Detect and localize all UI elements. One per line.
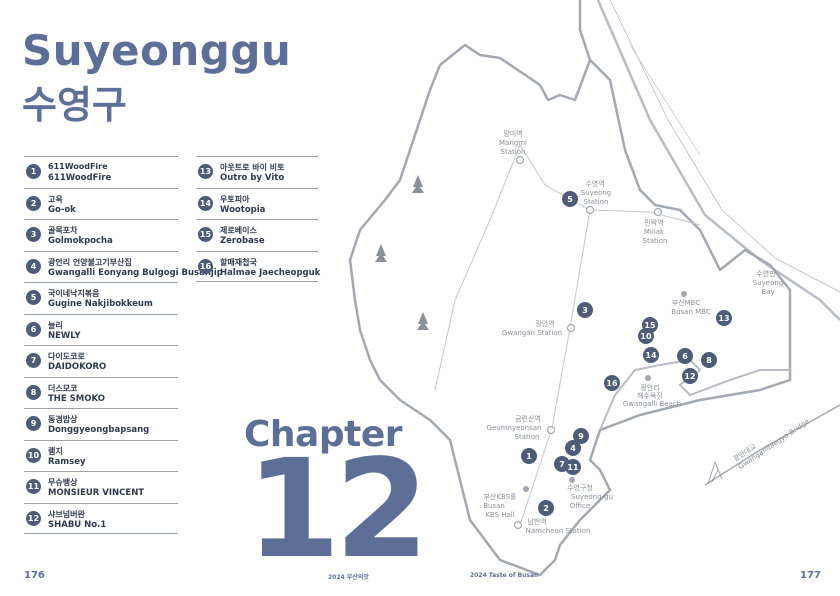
label-beach-en: Gwangalli Beach: [623, 400, 681, 408]
svg-text:11: 11: [567, 463, 579, 472]
page-number-right: 177: [800, 570, 821, 581]
label-kbs-en2: KBS Hall: [485, 511, 514, 519]
svg-text:3: 3: [582, 306, 588, 315]
label-beach-ko1: 광안리: [640, 383, 659, 392]
label-mangmi-en2: Station: [501, 148, 526, 156]
label-geum-en2: Station: [515, 433, 540, 441]
marker-8[interactable]: 8: [701, 352, 717, 368]
footer-left: 2024 부산의맛: [328, 574, 369, 581]
svg-text:9: 9: [578, 432, 584, 441]
marker-14[interactable]: 14: [643, 347, 659, 363]
restaurant-markers: 1 2 3 4 5 6 7 8 9 10 11 12 13 14 15 16: [521, 191, 732, 516]
bridge-labels: 광안대교 Gwangandaegyo Bridge: [731, 417, 811, 471]
label-beach-ko2: 해수욕장: [637, 391, 663, 400]
label-kbs-ko: 부산KBS홀: [483, 492, 517, 501]
label-millak-ko: 민락역: [644, 218, 663, 227]
label-mbc-ko: 부산MBC: [672, 298, 701, 307]
label-millak-en1: Millak: [644, 228, 665, 236]
svg-text:14: 14: [645, 351, 657, 360]
svg-text:10: 10: [640, 332, 652, 341]
label-bay-en1: Suyeong: [753, 279, 784, 287]
label-bay-ko: 수영만: [756, 269, 776, 278]
svg-text:8: 8: [706, 356, 712, 365]
svg-text:1: 1: [526, 452, 532, 461]
marker-16[interactable]: 16: [604, 375, 620, 391]
label-namcheon-en: Namcheon Station: [526, 527, 591, 535]
svg-text:5: 5: [567, 195, 573, 204]
marker-2[interactable]: 2: [538, 500, 554, 516]
label-office-ko: 수영구청: [567, 483, 593, 492]
svg-text:15: 15: [644, 321, 656, 330]
svg-text:16: 16: [606, 379, 618, 388]
subway-line-2: [519, 209, 591, 526]
marker-15[interactable]: 15: [642, 317, 658, 333]
station-dots: [513, 155, 663, 530]
svg-text:2: 2: [543, 504, 549, 513]
label-geum-en1: Geumnyeonsan: [487, 424, 542, 432]
svg-text:4: 4: [570, 444, 576, 453]
coastline: [596, 0, 840, 321]
map-labels: 망미역 Mangmi Station 수영역 Suyeong Station 민…: [483, 129, 783, 535]
page-number-left: 176: [24, 570, 45, 581]
label-bay-en2: Bay: [761, 288, 774, 296]
subway-line: [434, 143, 701, 391]
label-suyeong-ko: 수영역: [585, 179, 604, 188]
label-millak-en2: Station: [643, 237, 668, 245]
label-geum-ko: 금련산역: [515, 414, 541, 423]
svg-text:6: 6: [682, 352, 688, 361]
svg-text:13: 13: [718, 314, 729, 323]
label-gwangan-ko: 광안역: [535, 319, 554, 328]
chapter-number: 12: [246, 431, 429, 589]
label-suyeong-en2: Station: [584, 198, 609, 206]
bridge-icon: [707, 460, 723, 485]
label-mbc-en: Busan MBC: [671, 308, 711, 316]
marker-11[interactable]: 11: [565, 459, 581, 475]
marker-6[interactable]: 6: [677, 348, 693, 364]
label-mangmi-ko: 망미역: [503, 129, 522, 138]
marker-3[interactable]: 3: [577, 302, 593, 318]
label-gwangan-en: Gwangan Station: [502, 329, 562, 337]
label-namcheon-ko: 남천역: [527, 517, 546, 526]
svg-text:12: 12: [684, 372, 695, 381]
label-suyeong-en1: Suyeong: [581, 189, 612, 197]
label-office-en1: Suyeong-gu: [571, 493, 613, 501]
marker-1[interactable]: 1: [521, 448, 537, 464]
label-kbs-en1: Busan: [483, 502, 505, 510]
marker-12[interactable]: 12: [682, 368, 698, 384]
label-bridge-en: Gwangandaegyo Bridge: [737, 417, 811, 471]
marker-13[interactable]: 13: [716, 310, 732, 326]
marker-9[interactable]: 9: [573, 428, 589, 444]
tree-icon: [375, 175, 429, 330]
footer-right: 2024 Taste of Busan: [470, 572, 539, 579]
svg-text:7: 7: [559, 460, 565, 469]
label-mangmi-en1: Mangmi: [499, 139, 527, 147]
marker-5[interactable]: 5: [562, 191, 578, 207]
label-office-en2: Office: [570, 502, 590, 510]
